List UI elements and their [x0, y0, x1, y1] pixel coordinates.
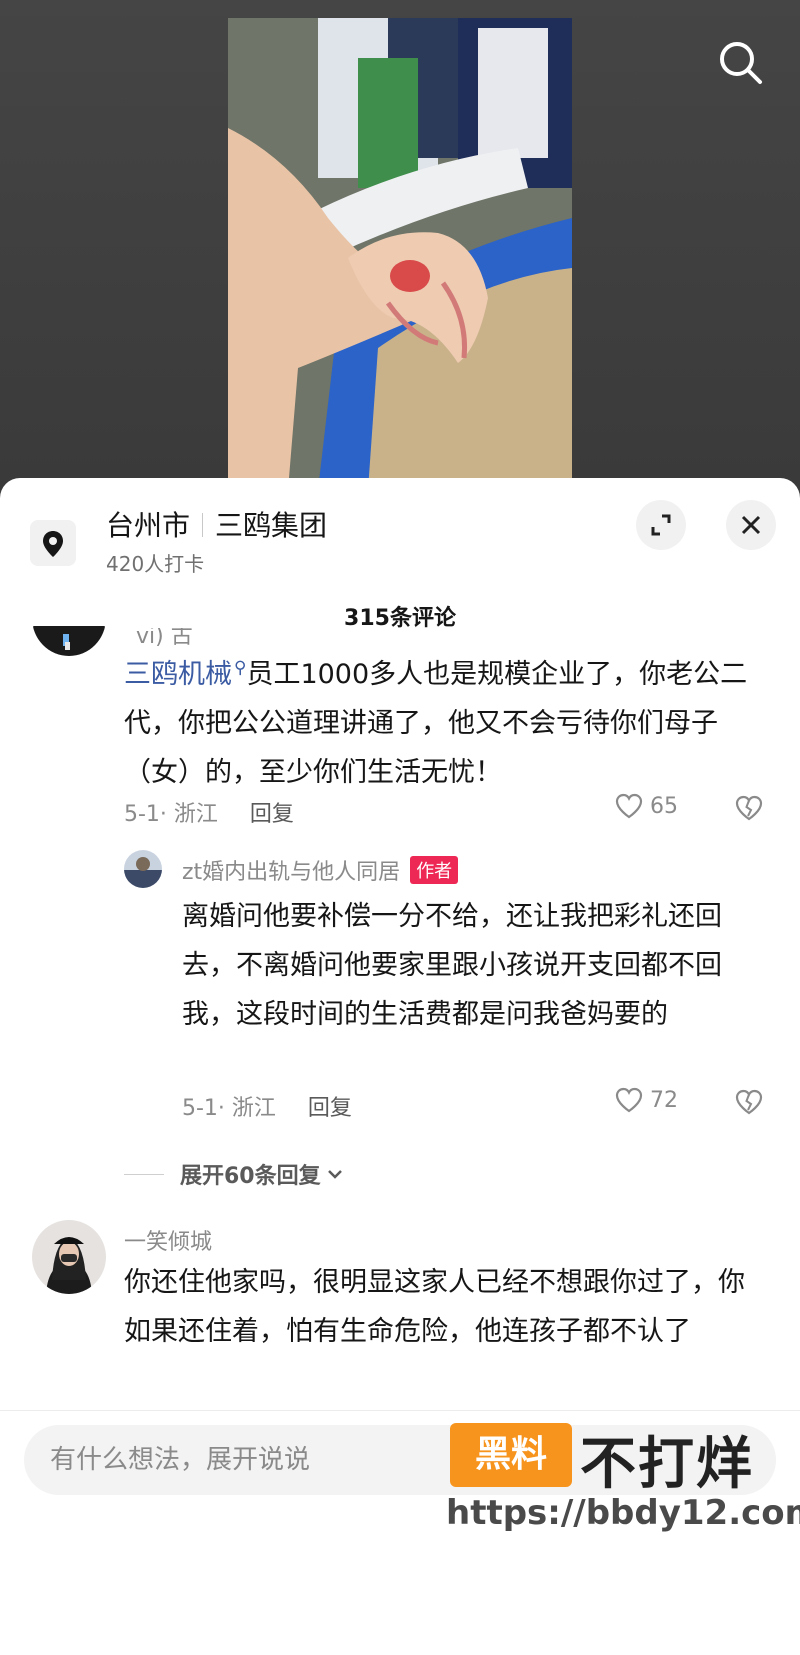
chevron-down-icon	[327, 1170, 342, 1179]
reply-reply-button[interactable]: 回复	[308, 1096, 352, 1121]
comment-text: 你还住他家吗，很明显这家人已经不想跟你过了，你如果还住着，怕有生命危险，他连孩子…	[124, 1267, 745, 1347]
reply-username[interactable]: zt婚内出轨与他人同居	[182, 860, 400, 885]
search-icon[interactable]	[714, 36, 768, 90]
like-count: 65	[650, 793, 678, 819]
reply-date: 5-1· 浙江	[182, 1096, 276, 1121]
expand-replies-button[interactable]: 展开60条回复	[124, 1158, 345, 1190]
checkin-count: 420人打卡	[106, 552, 205, 576]
watermark-box: 黑料	[450, 1423, 572, 1487]
title-divider	[202, 513, 204, 537]
reply-button[interactable]: 回复	[250, 802, 294, 827]
reply-like-button[interactable]: 72	[614, 1086, 678, 1114]
watermark-url: https://bbdy12.com	[446, 1493, 800, 1533]
comment-date: 5-1· 浙江	[124, 802, 218, 827]
reply-text: 离婚问他要补偿一分不给，还让我把彩礼还回去，不离婚问他要家里跟小孩说开支回都不回…	[182, 901, 722, 1030]
expand-replies-label: 展开60条回复	[180, 1164, 321, 1189]
comment-text: 三鸥机械 ⚲员工1000多人也是规模企业了，你老公二代，你把公公道理讲通了，他又不…	[124, 644, 764, 797]
location-title[interactable]: 台州市 三鸥集团	[106, 504, 327, 544]
heart-icon	[615, 793, 643, 819]
reply-avatar[interactable]	[124, 850, 162, 888]
collapse-icon	[651, 514, 671, 536]
heart-icon	[615, 1087, 643, 1113]
keyword-link[interactable]: 三鸥机械 ⚲	[124, 658, 247, 690]
keyword-link-text: 三鸥机械	[124, 659, 232, 690]
comment-username[interactable]: 一笑倾城	[124, 1224, 212, 1256]
location-pin-icon[interactable]	[30, 520, 76, 566]
search-mini-icon: ⚲	[234, 658, 247, 678]
comment-input-bar: 有什么想法，展开说说 黑料 不打烊 https://bbdy12.com	[0, 1410, 800, 1655]
location-place: 三鸥集团	[215, 509, 328, 542]
avatar[interactable]	[32, 1220, 106, 1294]
reply-username-row: zt婚内出轨与他人同居 作者	[182, 854, 459, 886]
collapse-button[interactable]	[636, 500, 686, 550]
location-city: 台州市	[106, 509, 191, 542]
close-button[interactable]	[726, 500, 776, 550]
reply-like-count: 72	[650, 1087, 678, 1113]
broken-heart-icon	[735, 795, 763, 821]
broken-heart-icon	[735, 1089, 763, 1115]
comment-meta: 5-1· 浙江 回复	[124, 796, 294, 828]
watermark-title: 不打烊	[580, 1432, 754, 1497]
expand-divider	[124, 1173, 164, 1175]
video-area[interactable]	[0, 0, 800, 490]
video-frame[interactable]	[228, 18, 572, 490]
close-icon	[741, 515, 761, 535]
author-badge: 作者	[410, 856, 459, 884]
like-button[interactable]: 65	[614, 792, 678, 820]
reply-meta: 5-1· 浙江 回复	[182, 1090, 352, 1122]
dislike-button[interactable]	[734, 794, 764, 826]
reply-dislike-button[interactable]	[734, 1088, 764, 1120]
